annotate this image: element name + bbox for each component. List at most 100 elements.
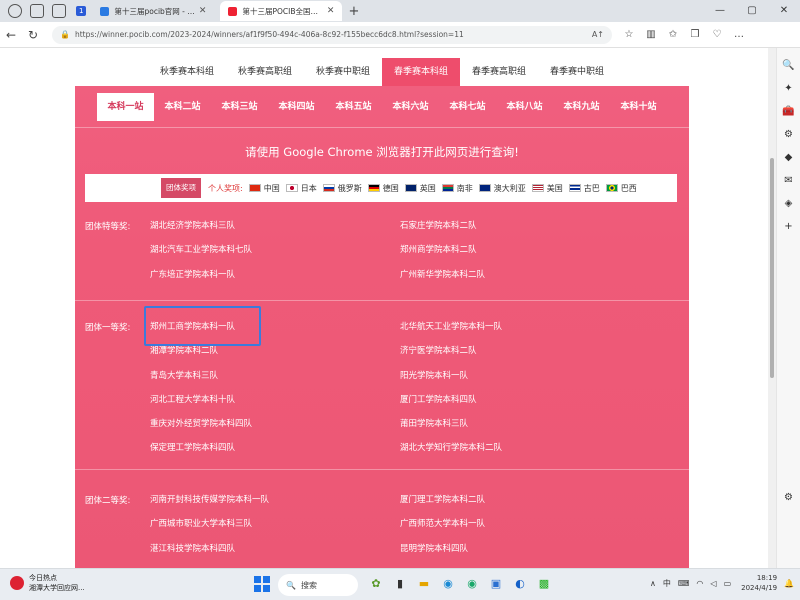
wifi-icon[interactable]: ◠: [696, 579, 703, 588]
winner-team[interactable]: 郑州商学院本科二队: [400, 244, 640, 268]
winner-team[interactable]: 昆明学院本科四队: [400, 543, 640, 567]
winner-team[interactable]: 湖北大学知行学院本科二队: [400, 442, 640, 466]
volume-icon[interactable]: ◁: [710, 579, 716, 588]
country-russia[interactable]: 俄罗斯: [322, 183, 362, 194]
station-tab-5[interactable]: 本科五站: [325, 93, 382, 121]
tab-count-badge[interactable]: 1: [76, 6, 87, 16]
ime-indicator[interactable]: 中: [663, 578, 671, 589]
tools-icon[interactable]: ⚙: [777, 129, 800, 140]
file-explorer-icon[interactable]: ▬: [414, 575, 434, 593]
close-tab-icon[interactable]: ✕: [199, 6, 207, 16]
winner-team[interactable]: 厦门工学院本科四队: [400, 394, 640, 418]
season-tab-spring-vocational[interactable]: 春季赛高职组: [460, 58, 538, 86]
winner-team[interactable]: 青岛大学本科三队: [150, 370, 390, 394]
store-icon[interactable]: ▣: [486, 575, 506, 593]
profile-icon[interactable]: [8, 4, 22, 18]
start-windows-icon[interactable]: [254, 576, 270, 592]
copilot-app-icon[interactable]: ◐: [510, 575, 530, 593]
office-icon[interactable]: ◆: [777, 152, 800, 163]
country-germany[interactable]: 德国: [367, 183, 399, 194]
winner-team[interactable]: 河北工程大学本科十队: [150, 394, 390, 418]
page-scrollbar[interactable]: [768, 48, 776, 568]
winner-team[interactable]: 重庆对外经贸学院本科四队: [150, 418, 390, 442]
new-tab-icon[interactable]: +: [348, 4, 359, 19]
country-japan[interactable]: 日本: [285, 183, 317, 194]
winner-team[interactable]: 广西师范大学本科一队: [400, 518, 640, 542]
maximize-icon[interactable]: ▢: [736, 0, 768, 22]
station-tab-1[interactable]: 本科一站: [97, 92, 154, 121]
winner-team[interactable]: 广东培正学院本科一队: [150, 269, 390, 293]
tab-actions-icon[interactable]: [52, 4, 66, 18]
tray-expand-icon[interactable]: ∧: [650, 579, 656, 588]
station-tab-3[interactable]: 本科三站: [211, 93, 268, 121]
edge-browser-active-icon[interactable]: ◉: [462, 575, 482, 593]
country-uk[interactable]: 英国: [404, 183, 436, 194]
winner-team[interactable]: 湛江科技学院本科四队: [150, 543, 390, 567]
battery-icon[interactable]: ▭: [724, 579, 732, 588]
winner-team[interactable]: 济宁医学院本科二队: [400, 345, 640, 369]
favorites-icon[interactable]: ✩: [662, 29, 684, 40]
team-awards-button[interactable]: 团体奖项: [161, 178, 201, 198]
station-tab-9[interactable]: 本科九站: [553, 93, 610, 121]
country-brazil[interactable]: 巴西: [605, 183, 637, 194]
close-window-icon[interactable]: ✕: [768, 0, 800, 22]
tab-search[interactable]: 第十三届pocib官网 - 搜索 ✕: [92, 1, 214, 21]
keyboard-icon[interactable]: ⌨: [678, 579, 690, 588]
country-south-africa[interactable]: 南非: [441, 183, 473, 194]
season-tab-autumn-vocational[interactable]: 秋季赛高职组: [226, 58, 304, 86]
shopping-icon[interactable]: 🧰: [777, 106, 800, 117]
outlook-icon[interactable]: ✉: [777, 175, 800, 186]
workspaces-icon[interactable]: [30, 4, 44, 18]
copilot-icon[interactable]: ✿: [366, 575, 386, 593]
winner-team[interactable]: 北华航天工业学院本科一队: [400, 321, 640, 345]
station-tab-6[interactable]: 本科六站: [382, 93, 439, 121]
clock[interactable]: 18:19 2024/4/19: [741, 573, 777, 593]
winner-team[interactable]: 湖北汽车工业学院本科七队: [150, 244, 390, 268]
winner-team[interactable]: 石家庄学院本科二队: [400, 220, 640, 244]
country-usa[interactable]: 美国: [531, 183, 563, 194]
taskbar-search[interactable]: 🔍 搜索: [278, 574, 358, 596]
task-view-icon[interactable]: ▮: [390, 575, 410, 593]
station-tab-8[interactable]: 本科八站: [496, 93, 553, 121]
season-tab-autumn-undergrad[interactable]: 秋季赛本科组: [148, 58, 226, 86]
add-sidebar-app-icon[interactable]: +: [777, 221, 800, 232]
favorite-star-icon[interactable]: ☆: [618, 29, 640, 40]
country-cuba[interactable]: 古巴: [568, 183, 600, 194]
read-aloud-icon[interactable]: A↑: [592, 30, 604, 39]
season-tab-spring-undergrad[interactable]: 春季赛本科组: [382, 58, 460, 86]
station-tab-2[interactable]: 本科二站: [154, 93, 211, 121]
drop-icon[interactable]: ◈: [777, 198, 800, 209]
country-australia[interactable]: 澳大利亚: [478, 183, 526, 194]
refresh-icon[interactable]: ↻: [22, 28, 44, 42]
winner-team[interactable]: 厦门理工学院本科二队: [400, 494, 640, 518]
edge-browser-icon[interactable]: ◉: [438, 575, 458, 593]
winner-team[interactable]: 阳光学院本科一队: [400, 370, 640, 394]
winner-team[interactable]: 保定理工学院本科四队: [150, 442, 390, 466]
browser-essentials-icon[interactable]: ♡: [706, 29, 728, 40]
scroll-thumb[interactable]: [770, 158, 774, 378]
winner-team[interactable]: 莆田学院本科三队: [400, 418, 640, 442]
back-icon[interactable]: ←: [0, 28, 22, 42]
close-tab-icon[interactable]: ✕: [327, 6, 335, 16]
url-field[interactable]: 🔒 https://winner.pocib.com/2023-2024/win…: [52, 25, 612, 44]
winner-team[interactable]: 广州新华学院本科二队: [400, 269, 640, 293]
season-tab-spring-secondary[interactable]: 春季赛中职组: [538, 58, 616, 86]
search-icon[interactable]: 🔍: [777, 60, 800, 71]
tab-pocib[interactable]: 第十三届POCIB全国外贸从业能力大赛 ✕: [220, 1, 343, 21]
discover-icon[interactable]: ✦: [777, 83, 800, 94]
winner-team[interactable]: 河南开封科技传媒学院本科一队: [150, 494, 390, 518]
more-menu-icon[interactable]: …: [728, 29, 750, 40]
news-widget[interactable]: 今日热点 湘潭大学回应网...: [10, 573, 85, 593]
winner-team[interactable]: 湖北经济学院本科三队: [150, 220, 390, 244]
winner-team[interactable]: 湘潭学院本科二队: [150, 345, 390, 369]
country-china[interactable]: 中国: [248, 183, 280, 194]
minimize-icon[interactable]: —: [704, 0, 736, 22]
winner-team[interactable]: 广西城市职业大学本科三队: [150, 518, 390, 542]
station-tab-4[interactable]: 本科四站: [268, 93, 325, 121]
sidebar-settings-icon[interactable]: ⚙: [777, 492, 800, 503]
collections-icon[interactable]: ❒: [684, 29, 706, 40]
notification-icon[interactable]: 🔔: [784, 579, 794, 588]
wechat-icon[interactable]: ▩: [534, 575, 554, 593]
station-tab-10[interactable]: 本科十站: [610, 93, 667, 121]
season-tab-autumn-secondary[interactable]: 秋季赛中职组: [304, 58, 382, 86]
